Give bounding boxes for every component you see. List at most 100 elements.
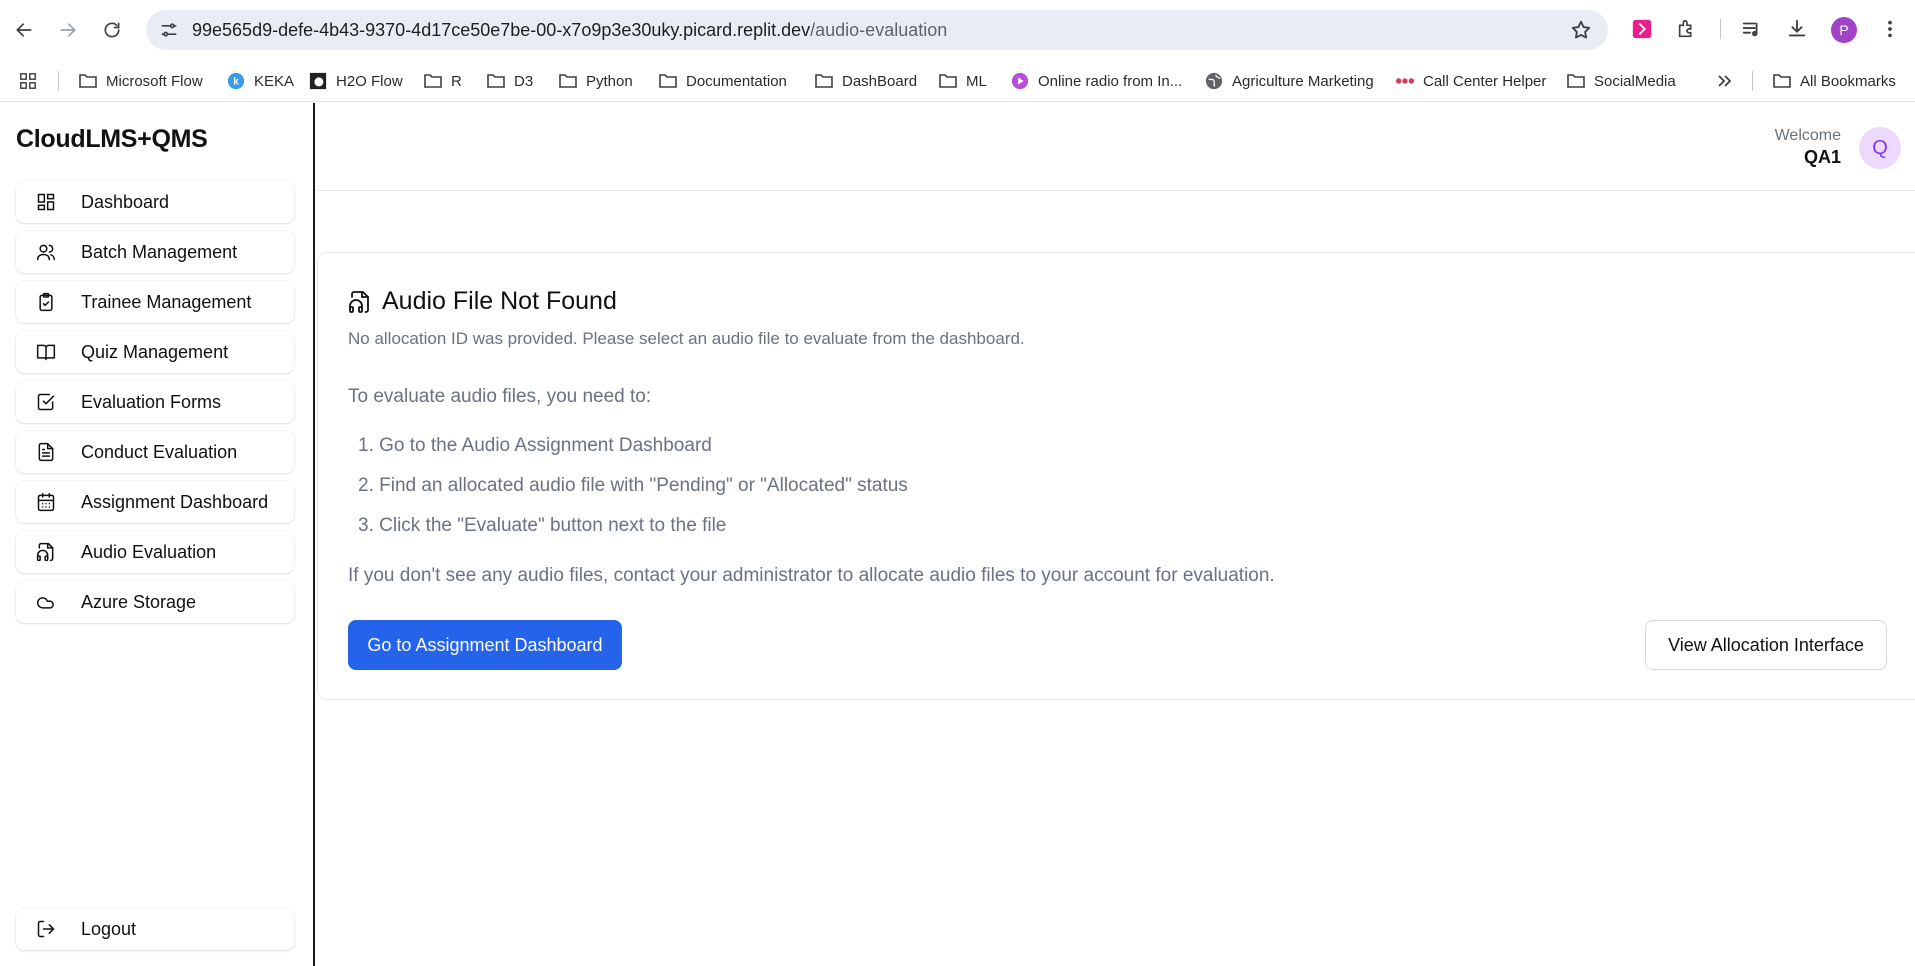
bookmark-label: Documentation — [686, 72, 787, 90]
folder-icon — [939, 74, 957, 88]
site-info-icon[interactable] — [156, 17, 182, 43]
nav-item-label: Audio Evaluation — [81, 542, 217, 562]
logout-button[interactable]: Logout — [16, 908, 294, 950]
extension-pink-icon[interactable] — [1630, 17, 1654, 41]
bookmark-call-center-helper[interactable]: Call Center Helper — [1395, 69, 1546, 93]
dashboard-icon — [37, 193, 55, 211]
card-title: Audio File Not Found — [348, 287, 617, 316]
go-to-assignment-dashboard-button[interactable]: Go to Assignment Dashboard — [348, 620, 622, 670]
nav-item-label: Azure Storage — [81, 592, 197, 612]
nav-item-label: Evaluation Forms — [81, 392, 222, 412]
bookmark-label: ML — [966, 72, 987, 90]
sidebar: CloudLMS+QMS Dashboard Batch Management … — [0, 103, 315, 966]
view-allocation-interface-button[interactable]: View Allocation Interface — [1645, 620, 1887, 670]
forward-button[interactable] — [54, 16, 82, 44]
file-text-icon — [38, 442, 54, 462]
bookmark-label: Call Center Helper — [1423, 72, 1547, 90]
nav-item-evaluation-forms[interactable]: Evaluation Forms — [16, 381, 294, 423]
h2o-icon — [309, 72, 327, 90]
clipboard-check-icon — [39, 292, 53, 312]
nav-item-assignment-dashboard[interactable]: Assignment Dashboard — [16, 481, 294, 523]
url-host: 99e565d9-defe-4b43-9370-4d17ce50e7be-00-… — [192, 20, 811, 40]
back-button[interactable] — [10, 16, 38, 44]
more-bookmarks-chevron-icon[interactable] — [1714, 69, 1734, 93]
audio-not-found-card: Audio File Not Found No allocation ID wa… — [317, 252, 1915, 700]
file-audio-icon — [349, 290, 369, 313]
nav-item-label: Quiz Management — [81, 342, 229, 362]
keka-icon: k — [227, 72, 245, 90]
bookmark-label: KEKA — [254, 72, 295, 90]
bookmarks-divider — [1752, 71, 1753, 91]
logout-icon — [37, 920, 55, 938]
nav-item-label: Dashboard — [81, 192, 170, 212]
bookmarks-divider — [58, 71, 59, 91]
nav-item-audio-evaluation[interactable]: Audio Evaluation — [16, 531, 294, 573]
nav-item-label: Trainee Management — [81, 292, 252, 312]
folder-icon — [424, 74, 442, 88]
bookmark-label: Python — [586, 72, 633, 90]
cloud-icon — [36, 597, 54, 609]
bookmark-label: D3 — [514, 72, 534, 90]
nav-item-label: Batch Management — [81, 242, 238, 262]
bookmark-documentation[interactable]: Documentation — [658, 69, 787, 93]
reload-button[interactable] — [98, 16, 126, 44]
bookmark-r[interactable]: R — [423, 69, 462, 93]
apps-grid-icon[interactable] — [18, 69, 38, 93]
logout-label: Logout — [81, 919, 137, 939]
folder-icon — [79, 74, 97, 88]
bookmark-star-icon[interactable] — [1570, 19, 1592, 41]
address-bar[interactable]: 99e565d9-defe-4b43-9370-4d17ce50e7be-00-… — [146, 10, 1608, 50]
nav-item-conduct-evaluation[interactable]: Conduct Evaluation — [16, 431, 294, 473]
arrow-left-icon — [16, 23, 32, 37]
radio-icon — [1011, 72, 1029, 90]
nav-item-azure-storage[interactable]: Azure Storage — [16, 581, 294, 623]
instructions-intro: To evaluate audio files, you need to: — [348, 386, 652, 407]
bookmark-h2o-flow[interactable]: H2O Flow — [308, 69, 403, 93]
top-header: Welcome QA1 Q — [317, 103, 1915, 191]
profile-avatar[interactable]: P — [1831, 17, 1857, 43]
welcome-label: Welcome — [1774, 127, 1841, 144]
url-path: /audio-evaluation — [810, 20, 948, 40]
users-icon — [36, 244, 56, 261]
folder-icon — [659, 74, 677, 88]
welcome-block: Welcome QA1 — [1775, 127, 1841, 168]
instruction-step: 2. Find an allocated audio file with "Pe… — [358, 475, 908, 496]
bookmark-online-radio[interactable]: Online radio from In... — [1010, 69, 1182, 93]
media-control-icon[interactable] — [1740, 17, 1764, 41]
reload-icon — [104, 22, 120, 38]
folder-icon — [815, 74, 833, 88]
extensions-puzzle-icon[interactable] — [1675, 17, 1699, 41]
folder-icon — [559, 74, 577, 88]
nav-item-dashboard[interactable]: Dashboard — [16, 181, 294, 223]
browser-toolbar: 99e565d9-defe-4b43-9370-4d17ce50e7be-00-… — [0, 0, 1915, 60]
card-title-text: Audio File Not Found — [382, 287, 617, 315]
bookmark-python[interactable]: Python — [558, 69, 633, 93]
book-open-icon — [36, 344, 56, 361]
arrow-right-icon — [60, 23, 76, 37]
bookmark-dashboard[interactable]: DashBoard — [814, 69, 917, 93]
globe-icon — [1205, 72, 1223, 90]
bookmark-microsoft-flow[interactable]: Microsoft Flow — [78, 69, 203, 93]
bookmark-ml[interactable]: ML — [938, 69, 987, 93]
check-square-icon — [37, 393, 55, 411]
user-avatar[interactable]: Q — [1859, 127, 1901, 169]
nav-item-batch-management[interactable]: Batch Management — [16, 231, 294, 273]
more-menu-icon[interactable] — [1878, 17, 1902, 41]
bookmark-label: Microsoft Flow — [106, 72, 203, 90]
download-icon[interactable] — [1785, 17, 1809, 41]
folder-icon — [487, 74, 505, 88]
nav-item-quiz-management[interactable]: Quiz Management — [16, 331, 294, 373]
bookmark-socialmedia[interactable]: SocialMedia — [1566, 69, 1676, 93]
bookmark-label: R — [451, 72, 462, 90]
nav-item-trainee-management[interactable]: Trainee Management — [16, 281, 294, 323]
bookmark-keka[interactable]: k KEKA — [226, 69, 294, 93]
folder-icon — [1773, 74, 1791, 88]
bookmarks-bar: Microsoft Flow k KEKA H2O Flow R D3 Pyth… — [0, 60, 1915, 102]
folder-icon — [1567, 74, 1585, 88]
bookmark-agriculture-marketing[interactable]: Agriculture Marketing — [1204, 69, 1374, 93]
app-brand: CloudLMS+QMS — [16, 125, 208, 153]
bookmark-d3[interactable]: D3 — [486, 69, 533, 93]
nav-item-label: Conduct Evaluation — [81, 442, 238, 462]
all-bookmarks[interactable]: All Bookmarks — [1772, 69, 1896, 93]
dots-icon — [1396, 78, 1414, 84]
